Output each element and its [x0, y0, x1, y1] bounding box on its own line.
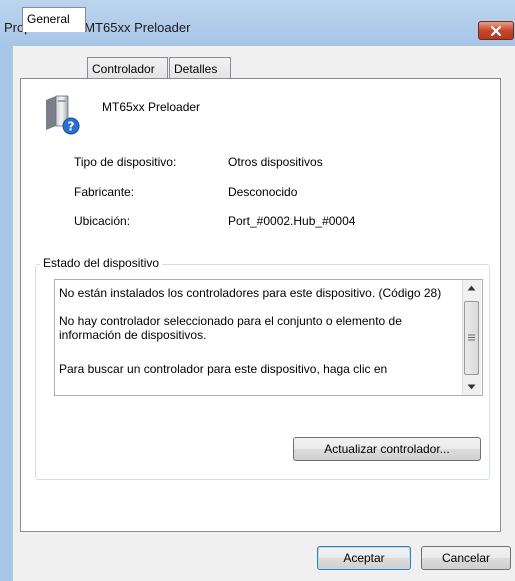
- prop-value-manufacturer: Desconocido: [228, 185, 298, 199]
- status-paragraph-2: No hay controlador seleccionado para el …: [59, 314, 402, 342]
- device-unknown-icon: ?: [46, 95, 80, 135]
- scroll-thumb[interactable]: [464, 301, 479, 375]
- ok-button-label: Aceptar: [343, 551, 385, 565]
- prop-label-type: Tipo de dispositivo:: [74, 155, 177, 169]
- prop-label-location: Ubicación:: [74, 214, 131, 228]
- update-driver-button[interactable]: Actualizar controlador...: [293, 437, 481, 461]
- tab-general-label: General: [27, 12, 70, 26]
- status-paragraph-1: No están instalados los controladores pa…: [59, 286, 442, 300]
- status-text-content: No están instalados los controladores pa…: [59, 286, 457, 394]
- update-driver-label: Actualizar controlador...: [324, 442, 450, 456]
- status-scrollbar[interactable]: [462, 280, 481, 395]
- tab-controlador[interactable]: Controlador: [87, 57, 168, 79]
- prop-value-location: Port_#0002.Hub_#0004: [228, 214, 356, 228]
- cancel-button[interactable]: Cancelar: [421, 546, 511, 570]
- svg-text:?: ?: [68, 120, 75, 134]
- cancel-button-label: Cancelar: [441, 551, 491, 565]
- tab-controlador-label: Controlador: [92, 62, 155, 76]
- device-status-title: Estado del dispositivo: [40, 256, 163, 270]
- ok-button[interactable]: Aceptar: [317, 546, 411, 570]
- status-paragraph-3: Para buscar un controlador para este dis…: [59, 362, 388, 376]
- close-button[interactable]: [478, 21, 514, 40]
- device-name: MT65xx Preloader: [102, 100, 201, 114]
- scroll-up-arrow-icon[interactable]: [467, 285, 476, 291]
- scroll-grip-icon: [468, 334, 475, 341]
- scroll-down-arrow-icon[interactable]: [467, 384, 476, 390]
- tab-detalles[interactable]: Detalles: [169, 57, 231, 79]
- prop-value-type: Otros dispositivos: [228, 155, 323, 169]
- device-status-textbox[interactable]: No están instalados los controladores pa…: [54, 279, 483, 396]
- properties-dialog: Propiedades: MT65xx Preloader General Co…: [0, 0, 515, 581]
- prop-label-manufacturer: Fabricante:: [74, 185, 135, 199]
- tab-general[interactable]: General: [22, 7, 86, 32]
- close-icon: [490, 25, 502, 36]
- tab-detalles-label: Detalles: [174, 62, 218, 76]
